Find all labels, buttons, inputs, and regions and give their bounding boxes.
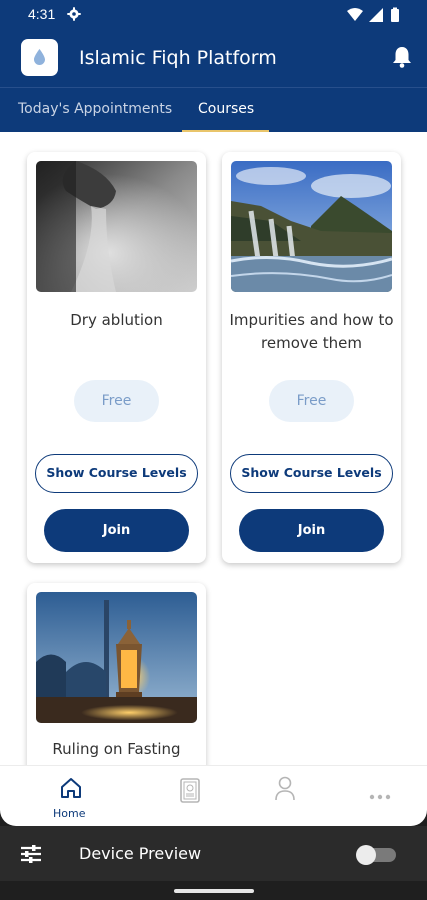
course-title: Ruling on Fasting (52, 740, 181, 758)
device-preview-toggle[interactable] (356, 843, 396, 865)
droplet-logo-icon (34, 49, 45, 65)
status-time: 4:31 (28, 6, 56, 22)
signal-icon (369, 8, 383, 22)
course-title: Dry ablution (70, 311, 163, 329)
course-card: Dry ablution Free Show Course Levels Joi… (27, 152, 206, 563)
status-bar: 4:31 (0, 0, 427, 30)
show-course-levels-button[interactable]: Show Course Levels (230, 454, 393, 493)
course-card: Impurities and how to remove them Free S… (222, 152, 401, 563)
show-course-levels-button[interactable]: Show Course Levels (35, 454, 198, 493)
settings-gear-icon (67, 7, 81, 21)
nav-home[interactable] (59, 776, 83, 804)
more-icon (369, 794, 391, 800)
nav-more[interactable] (369, 785, 391, 804)
price-badge: Free (74, 380, 159, 422)
home-icon (61, 778, 81, 798)
waterfall-mountain-image (231, 161, 392, 292)
tab-todays-appointments[interactable]: Today's Appointments (18, 101, 172, 117)
device-preview-bar: Device Preview (0, 826, 427, 881)
quran-book-icon (180, 778, 200, 803)
nav-home-label: Home (53, 807, 86, 820)
bottom-navigation: Home (0, 765, 427, 826)
gesture-home-bar[interactable] (174, 889, 254, 893)
join-button[interactable]: Join (239, 509, 384, 552)
wifi-icon (347, 8, 363, 21)
notification-bell-icon[interactable] (391, 45, 413, 69)
device-preview-label: Device Preview (79, 844, 202, 863)
lantern-mosque-image (36, 592, 197, 723)
tab-bar: Today's Appointments Courses (0, 87, 427, 133)
price-badge: Free (269, 380, 354, 422)
toggle-knob (356, 845, 376, 865)
app-bar: Islamic Fiqh Platform (0, 30, 427, 87)
course-title: Impurities and how to remove them (229, 311, 394, 352)
app-title: Islamic Fiqh Platform (79, 47, 277, 69)
battery-icon (391, 9, 399, 22)
hand-sand-image (36, 161, 197, 292)
course-card: Ruling on Fasting (27, 583, 206, 765)
join-button[interactable]: Join (44, 509, 189, 552)
sliders-settings-icon[interactable] (20, 844, 42, 864)
tab-courses[interactable]: Courses (198, 101, 254, 117)
nav-quran[interactable] (178, 776, 202, 808)
nav-profile[interactable] (274, 776, 296, 806)
courses-list[interactable]: Dry ablution Free Show Course Levels Joi… (0, 132, 427, 765)
system-status-icons (347, 7, 399, 22)
app-logo (21, 39, 58, 76)
person-icon (275, 776, 295, 801)
